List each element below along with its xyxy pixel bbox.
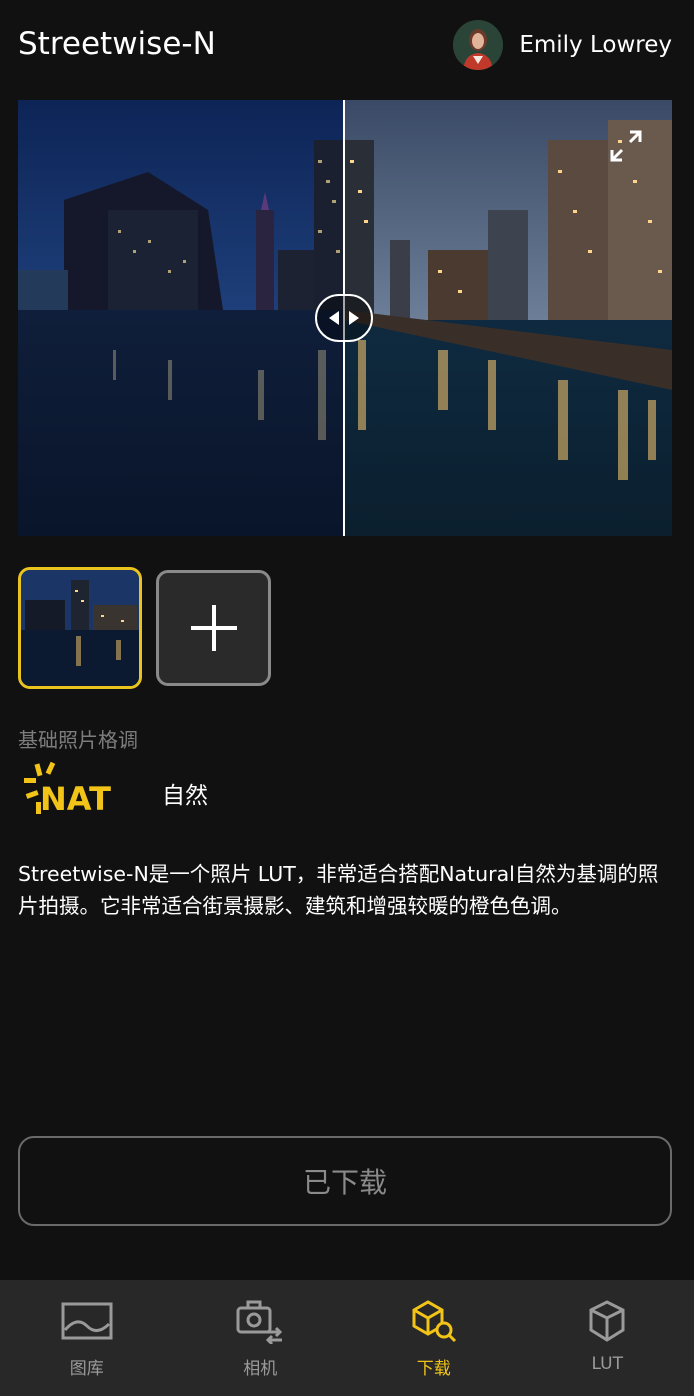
base-style-label: 基础照片格调 [18,728,138,752]
nav-label-gallery: 图库 [69,1359,104,1379]
nav-label-lut: LUT [591,1354,623,1374]
gallery-icon [61,1302,113,1340]
downloaded-button[interactable]: 已下载 [18,1136,672,1226]
base-style-name: 自然 [162,783,208,809]
bottom-navigation: 图库 相机 下载 LUT [0,1280,694,1396]
camera-switch-icon [236,1300,283,1344]
drag-arrows-icon [329,311,359,325]
svg-text:NAT: NAT [40,780,111,818]
nav-label-camera: 相机 [243,1359,278,1379]
fullscreen-button[interactable] [608,128,644,164]
sample-photo-thumbnail[interactable] [18,567,142,689]
avatar[interactable] [453,20,504,70]
lut-detail-page: Streetwise-N Emily Lowrey 基础照片格调 NAT 自然 … [0,0,694,1396]
download-search-icon [412,1300,456,1343]
cube-icon [589,1300,625,1342]
compare-slider-handle[interactable] [315,294,373,342]
header: Streetwise-N Emily Lowrey [0,0,694,96]
user-profile[interactable]: Emily Lowrey [453,20,672,70]
nav-item-lut[interactable]: LUT [521,1280,694,1396]
avatar-image [453,20,504,70]
add-photo-button[interactable] [156,570,271,686]
sample-photo-list [18,567,271,689]
nav-item-camera[interactable]: 相机 [174,1280,348,1396]
lut-description: Streetwise-N是一个照片 LUT，非常适合搭配Natural自然为基调… [18,862,659,918]
thumbnail-image [21,570,139,686]
nat-sun-icon: NAT [24,761,111,818]
page-title: Streetwise-N [18,26,216,62]
nav-item-gallery[interactable]: 图库 [0,1280,174,1396]
nav-label-download: 下载 [416,1359,451,1379]
plus-icon [190,605,237,651]
nat-style-logo: NAT [22,760,122,820]
user-name[interactable]: Emily Lowrey [519,32,672,58]
nav-item-download[interactable]: 下载 [347,1280,521,1396]
expand-icon [610,130,642,162]
before-after-preview[interactable] [18,100,672,536]
